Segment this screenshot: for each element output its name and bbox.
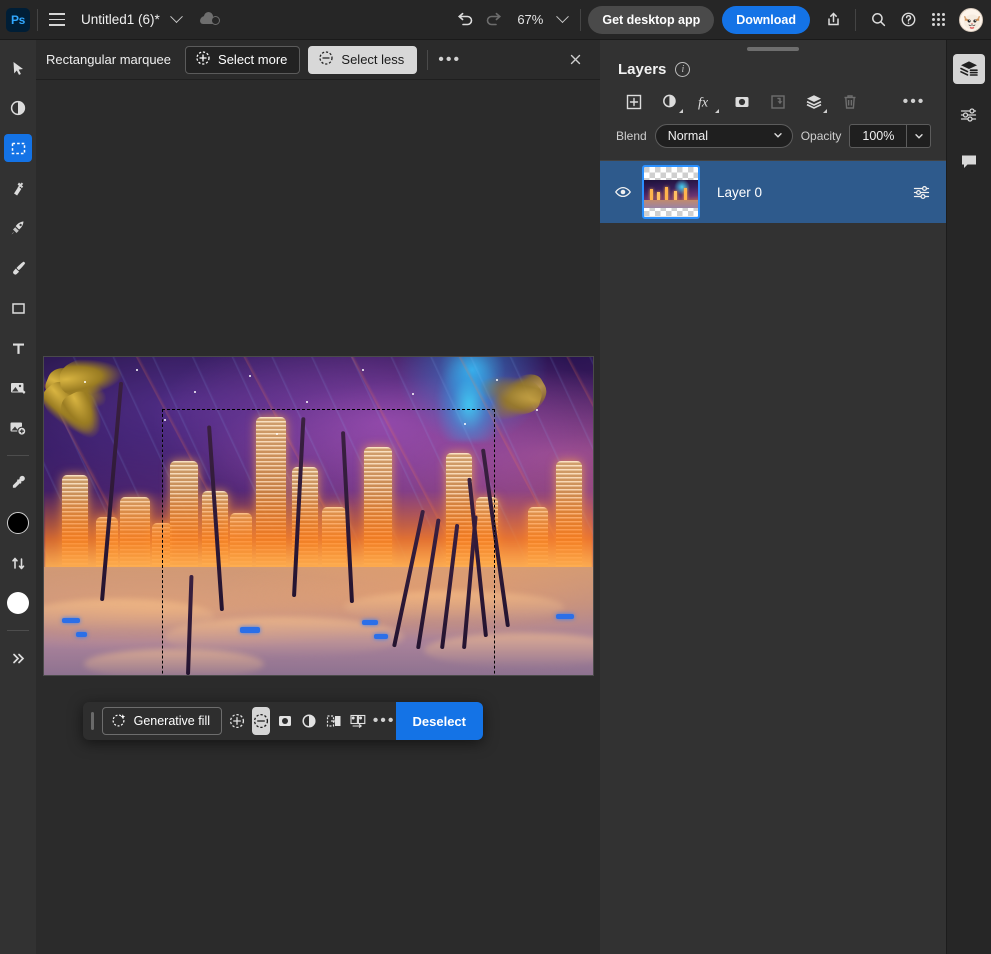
place-image-tool[interactable] [4,414,32,442]
layer-thumbnail[interactable] [642,165,700,219]
rail-layers-panel-button[interactable] [953,54,985,84]
delete-layer-button[interactable] [832,88,868,116]
context-more-options-button[interactable]: ••• [438,51,461,68]
group-layers-button[interactable] [796,88,832,116]
share-icon[interactable] [818,6,848,34]
drag-handle[interactable] [91,712,94,730]
divider [855,8,856,31]
zoom-level-value: 67% [517,12,544,27]
help-icon[interactable] [893,6,923,34]
select-less-label: Select less [341,52,405,67]
rail-comments-panel-button[interactable] [953,146,985,176]
opacity-stepper-chevron-down-icon[interactable] [906,125,930,147]
rectangular-marquee-tool[interactable] [4,134,32,162]
deselect-button[interactable]: Deselect [395,702,483,740]
info-icon[interactable]: i [675,62,691,77]
image-tool[interactable] [4,374,32,402]
layers-panel: Layers i fx ••• Blend Normal Opacity 100… [600,40,946,954]
duplicate-panels-button[interactable] [349,707,367,735]
divider [580,8,582,31]
divider [37,8,38,31]
eye-icon[interactable] [610,183,636,201]
remove-tool[interactable] [4,214,32,242]
zoom-chevron-down-icon[interactable] [551,9,573,31]
blend-mode-select[interactable]: Normal [654,124,793,148]
undo-icon[interactable] [449,6,479,34]
move-tool[interactable] [4,54,32,82]
main-menu-icon[interactable] [45,8,69,32]
minus-circle-dashed-icon [318,50,334,69]
divider [7,630,29,631]
floating-more-options-button[interactable]: ••• [373,707,396,735]
adjustment-button[interactable] [300,707,318,735]
document-canvas[interactable] [43,356,594,676]
foreground-color-swatch[interactable] [4,509,32,537]
subtract-from-selection-button[interactable] [252,707,271,735]
cloud-sync-icon [199,11,222,29]
artwork-image [44,357,593,675]
panel-title-label: Layers [618,61,667,78]
divider [427,49,429,70]
layer-name-label: Layer 0 [717,184,763,200]
document-menu-chevron-down-icon[interactable] [166,9,188,31]
rail-properties-panel-button[interactable] [953,100,985,130]
create-mask-button[interactable] [276,707,294,735]
select-more-button[interactable]: Select more [185,45,301,74]
download-button[interactable]: Download [722,5,810,34]
eyedropper-tool[interactable] [4,469,32,497]
right-panel-rail [946,40,991,954]
apps-grid-icon[interactable] [923,6,953,34]
svg-text:fx: fx [698,96,709,111]
chevron-down-icon [772,129,784,144]
select-more-label: Select more [218,52,288,67]
layer-properties-sliders-icon[interactable] [908,183,934,202]
type-tool[interactable] [4,334,32,362]
photoshop-web-app: Ps Untitled1 (6)* 67% Get desktop app Do… [0,0,991,954]
plus-circle-dashed-icon [195,50,211,69]
shape-tool[interactable] [4,294,32,322]
select-less-button[interactable]: Select less [308,45,418,74]
canvas-workspace[interactable]: Generative fill ••• Deselect [36,80,600,954]
top-bar: Ps Untitled1 (6)* 67% Get desktop app Do… [0,0,991,40]
sparkle-selection-icon [111,712,127,731]
layer-mask-button[interactable] [724,88,760,116]
adjustment-layer-button[interactable] [652,88,688,116]
photoshop-logo[interactable]: Ps [6,7,30,32]
blend-mode-value: Normal [667,129,708,143]
floating-task-bar: Generative fill ••• Deselect [83,702,483,740]
adjustment-tool[interactable] [4,94,32,122]
opacity-value: 100% [862,129,895,143]
selection-to-layer-button[interactable] [324,707,342,735]
divider [7,455,29,456]
layer-more-options-button[interactable]: ••• [896,88,932,116]
get-desktop-app-button[interactable]: Get desktop app [588,5,715,34]
add-layer-button[interactable] [616,88,652,116]
close-icon[interactable] [560,46,590,74]
panel-header: Layers i [600,51,946,78]
background-color-swatch[interactable] [4,589,32,617]
active-tool-label: Rectangular marquee [46,52,172,67]
layer-tools-row: fx ••• [600,78,946,116]
opacity-input[interactable]: 100% [849,124,932,148]
left-toolbar [0,40,36,954]
search-icon[interactable] [863,6,893,34]
generative-fill-label: Generative fill [133,714,211,728]
blend-opacity-row: Blend Normal Opacity 100% [600,116,946,148]
clipping-mask-button[interactable] [760,88,796,116]
opacity-label: Opacity [800,129,842,143]
expand-toolbar-double-chevron-right-icon[interactable] [4,644,32,672]
add-to-selection-button[interactable] [228,707,246,735]
brush-tool[interactable] [4,254,32,282]
user-avatar[interactable] [959,7,983,32]
swap-colors-icon[interactable] [4,549,32,577]
document-title: Untitled1 (6)* [81,12,160,27]
redo-icon[interactable] [479,6,509,34]
layer-effects-button[interactable]: fx [688,88,724,116]
blend-label: Blend [616,129,647,143]
spot-healing-brush-tool[interactable] [4,174,32,202]
context-toolbar: Rectangular marquee Select more Select l… [36,40,600,80]
layer-list-item[interactable]: Layer 0 [600,161,946,223]
generative-fill-button[interactable]: Generative fill [101,707,223,735]
top-bar-right-group: 67% Get desktop app Download [449,5,991,34]
